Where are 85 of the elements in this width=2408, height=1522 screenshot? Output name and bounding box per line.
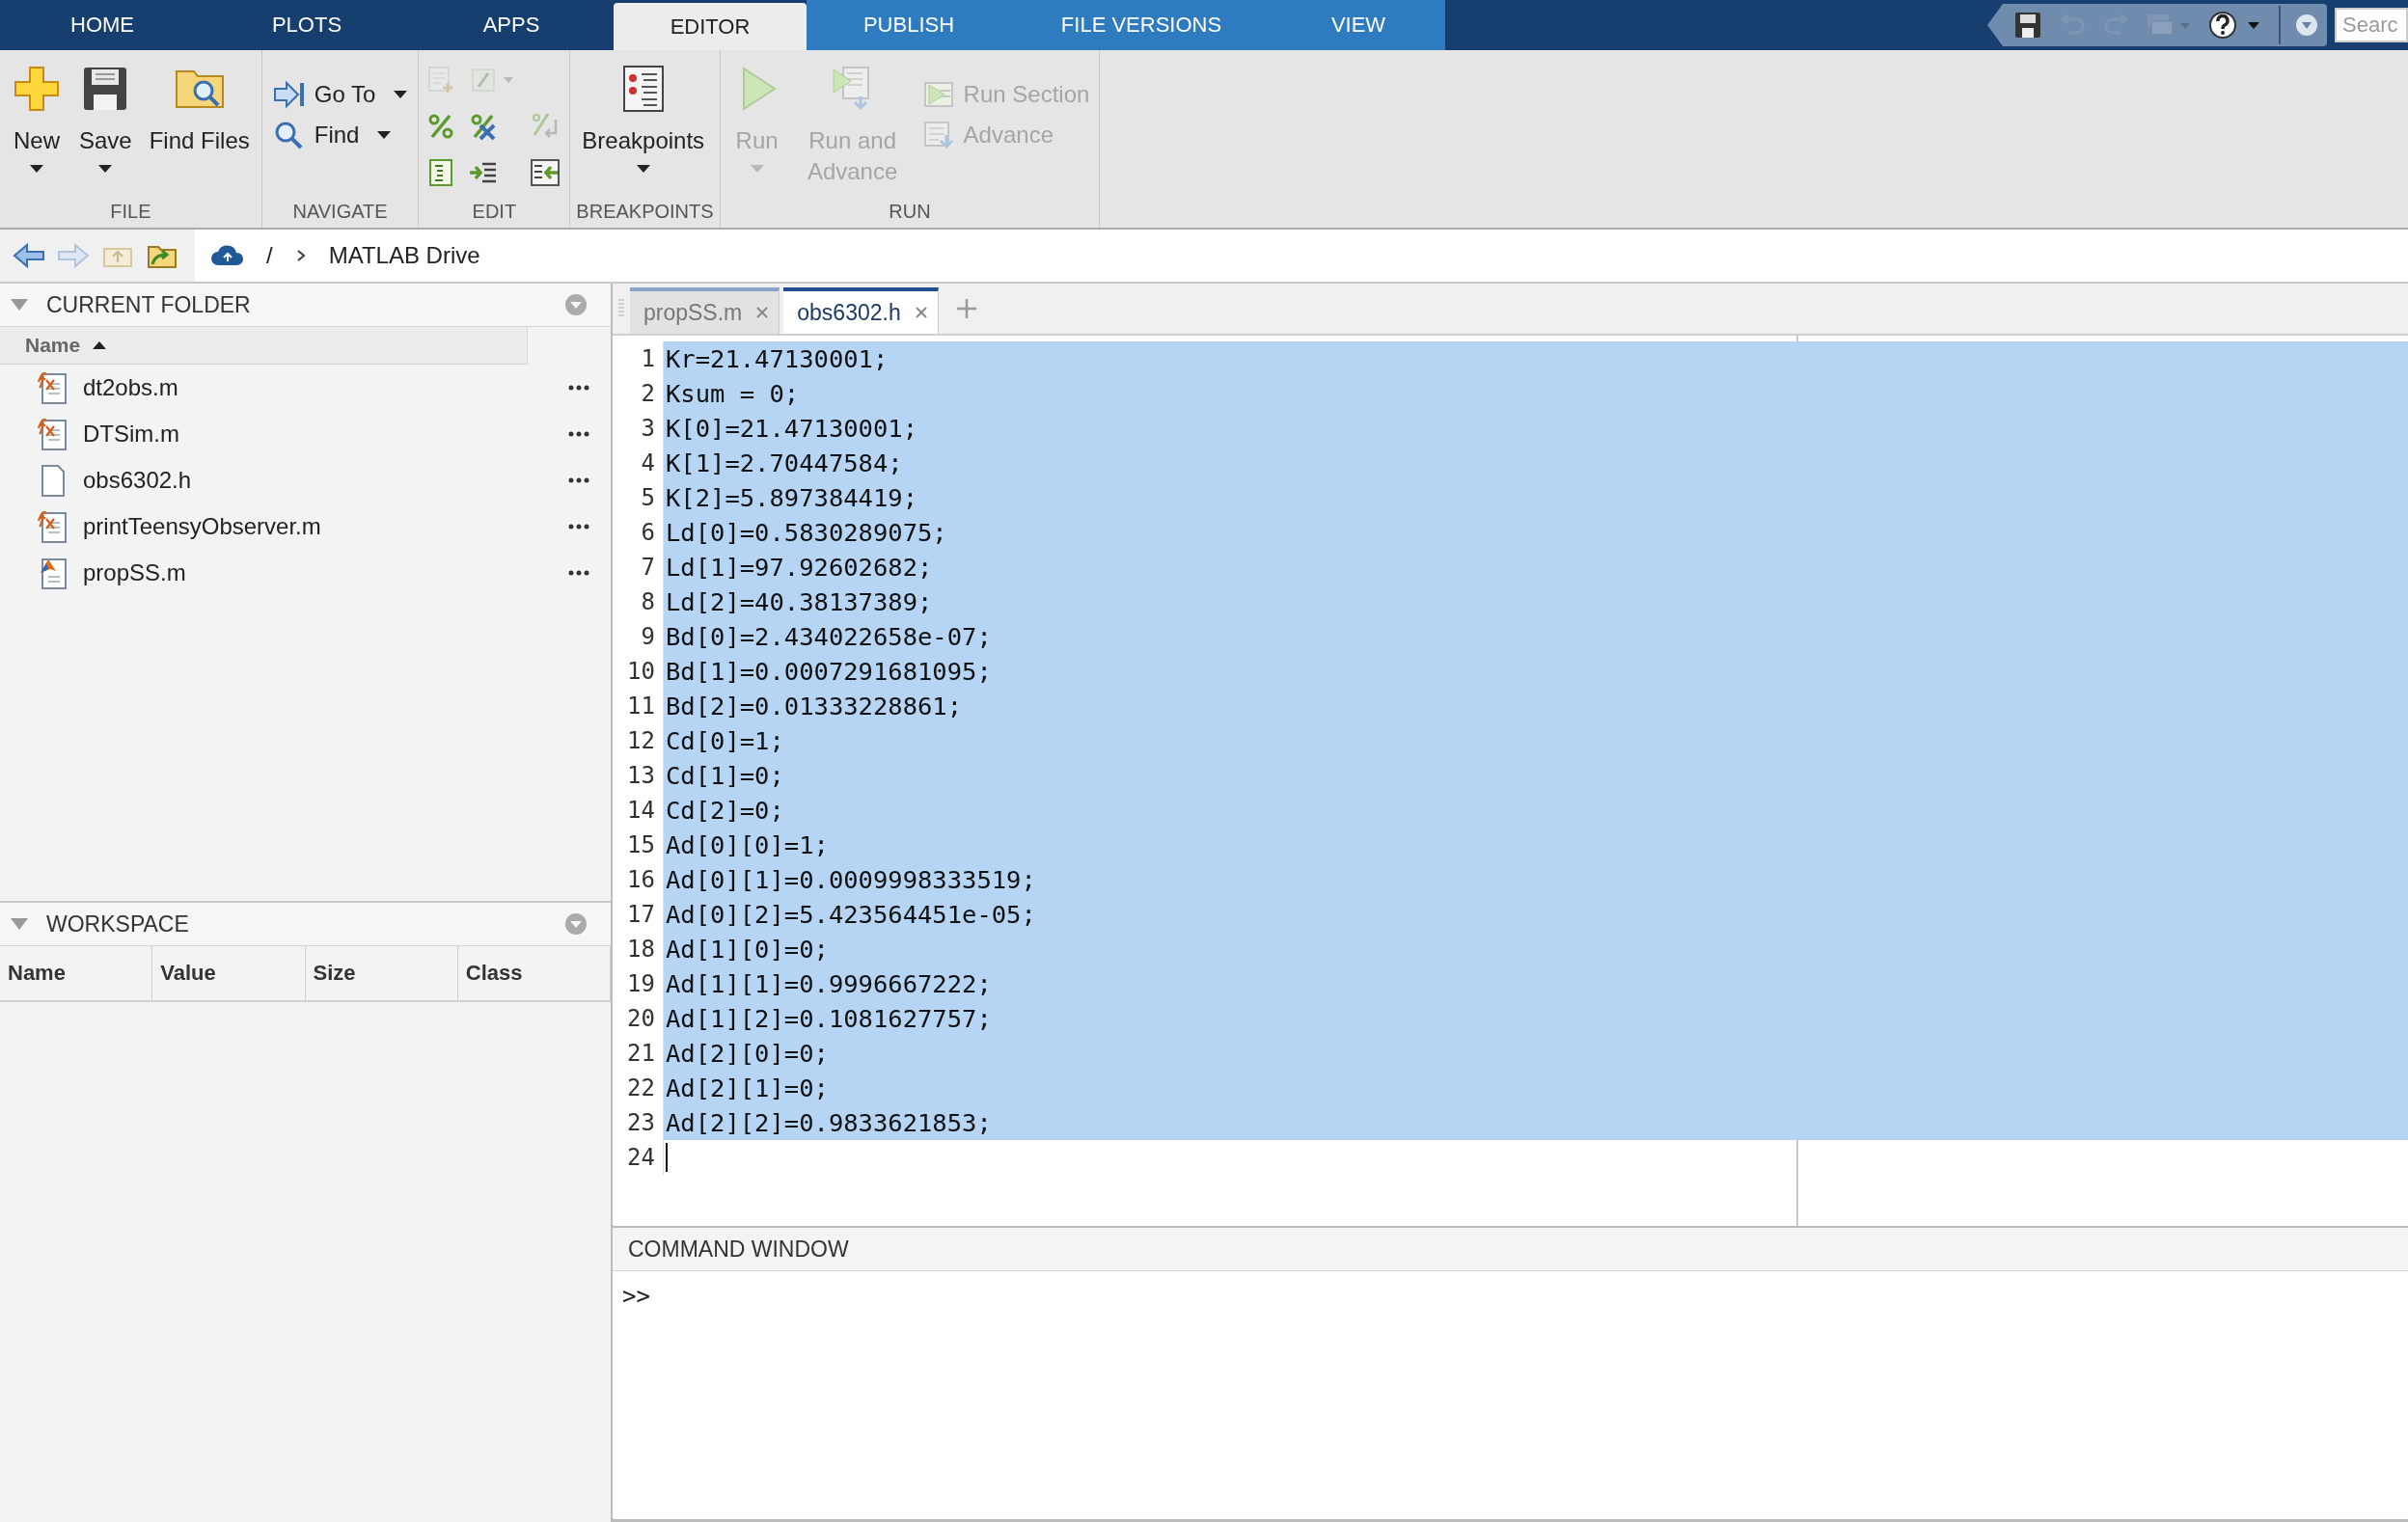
more-icon[interactable] [568, 476, 589, 484]
toolbar-button[interactable]: Breakpoints [576, 64, 711, 174]
line-number: 24 [613, 1140, 664, 1175]
code-line: Ad[1][0]=0; [666, 935, 829, 964]
cloud-icon [210, 244, 245, 267]
sort-ascending-icon [92, 340, 108, 350]
code-line: Bd[2]=0.01333228861; [666, 692, 963, 720]
function-file-icon [37, 509, 69, 544]
more-icon[interactable] [568, 523, 589, 530]
group-title: RUN [888, 201, 932, 224]
code-line: Ad[0][1]=0.0009998333519; [666, 865, 1036, 894]
path-segment[interactable]: MATLAB Drive [328, 242, 480, 269]
column-header[interactable]: Value [152, 946, 306, 1000]
arrow-right-icon [271, 79, 307, 110]
column-header[interactable]: Size [305, 946, 458, 1000]
ribbon-tab[interactable]: PLOTS [205, 0, 409, 50]
code-line: Ld[2]=40.38137389; [666, 587, 933, 616]
save-icon[interactable] [2012, 10, 2043, 41]
more-icon[interactable] [568, 430, 589, 438]
expand-icon[interactable] [2294, 13, 2319, 38]
code-line: Kr=21.47130001; [666, 344, 889, 373]
group-title: EDIT [471, 201, 518, 224]
code-line: K[0]=21.47130001; [666, 414, 917, 443]
group-title: FILE [109, 201, 152, 224]
ribbon-tab[interactable]: PUBLISH [807, 0, 1011, 50]
code-line: K[1]=2.70447584; [666, 448, 903, 477]
path-segment[interactable]: / [266, 242, 273, 269]
toolbar-button[interactable]: Find [267, 118, 413, 152]
add-tab-icon[interactable] [955, 298, 977, 319]
more-icon[interactable] [568, 569, 589, 577]
function-file-icon [37, 417, 69, 451]
panel-menu-icon[interactable] [564, 293, 588, 316]
code-line: Ld[1]=97.92602682; [666, 553, 933, 582]
code-line: Ld[0]=0.5830289075; [666, 518, 947, 547]
command-prompt: >> [622, 1283, 650, 1310]
column-header[interactable]: Name [0, 946, 153, 1000]
file-name[interactable]: DTSim.m [83, 421, 555, 448]
group-title: NAVIGATE [291, 201, 389, 224]
search-field[interactable]: Searc [2335, 8, 2408, 42]
collapse-icon[interactable] [10, 298, 29, 312]
code-line: Ad[0][0]=1; [666, 830, 829, 859]
toolbar-button[interactable]: Go To [267, 77, 413, 112]
back-icon[interactable] [12, 241, 46, 270]
group-title: BREAKPOINTS [576, 201, 714, 224]
code-line: Ad[2][2]=0.9833621853; [666, 1108, 992, 1137]
collapse-icon[interactable] [10, 917, 29, 931]
panel-menu-icon[interactable] [564, 912, 588, 936]
toolbar-button[interactable]: Find Files [143, 64, 256, 156]
outdent-icon[interactable] [529, 156, 562, 189]
code-line: Cd[0]=1; [666, 726, 784, 755]
file-name[interactable]: propSS.m [83, 559, 555, 586]
column-header[interactable]: Name [0, 327, 528, 365]
ribbon-tab[interactable]: EDITOR [614, 3, 807, 50]
code-line: K[2]=5.897384419; [666, 483, 917, 512]
ribbon-tab[interactable]: APPS [409, 0, 614, 50]
code-line: Bd[1]=0.0007291681095; [666, 657, 992, 686]
code-line: Ksum = 0; [666, 379, 800, 408]
column-header[interactable]: Class [457, 946, 611, 1000]
toolbar-button[interactable]: New [6, 64, 68, 174]
file-name[interactable]: dt2obs.m [83, 374, 555, 401]
panel-title: CURRENT FOLDER [46, 291, 252, 318]
code-line: Ad[1][2]=0.1081627757; [666, 1004, 992, 1033]
toolbar-button[interactable]: Save [73, 64, 138, 174]
panel-title: WORKSPACE [46, 910, 190, 938]
code-line: Ad[2][0]=0; [666, 1039, 829, 1068]
code-line: Cd[2]=0; [666, 796, 784, 825]
ribbon-tab[interactable]: HOME [0, 0, 205, 50]
ribbon-tab[interactable]: FILE VERSIONS [1011, 0, 1272, 50]
code-line: Cd[1]=0; [666, 761, 784, 790]
more-icon[interactable] [568, 384, 589, 392]
file-name[interactable]: printTeensyObserver.m [83, 513, 555, 540]
close-icon[interactable] [755, 306, 770, 319]
file-tab[interactable]: obs6302.h [783, 287, 939, 334]
code-line: Ad[2][1]=0; [666, 1074, 829, 1102]
code-line: Ad[0][2]=5.423564451e-05; [666, 900, 1036, 929]
plus-icon [12, 64, 62, 114]
code-line: Ad[1][1]=0.9996667222; [666, 969, 992, 998]
forward-icon[interactable] [56, 241, 91, 270]
function-file-icon [37, 370, 69, 405]
address-field[interactable]: / MATLAB Drive [195, 230, 2408, 282]
close-icon[interactable] [914, 306, 928, 319]
ribbon-tab[interactable]: VIEW [1272, 0, 1445, 50]
panel-title: COMMAND WINDOW [628, 1236, 849, 1263]
code-line: Bd[0]=2.434022658e-07; [666, 622, 992, 651]
file-name[interactable]: obs6302.h [83, 467, 555, 494]
